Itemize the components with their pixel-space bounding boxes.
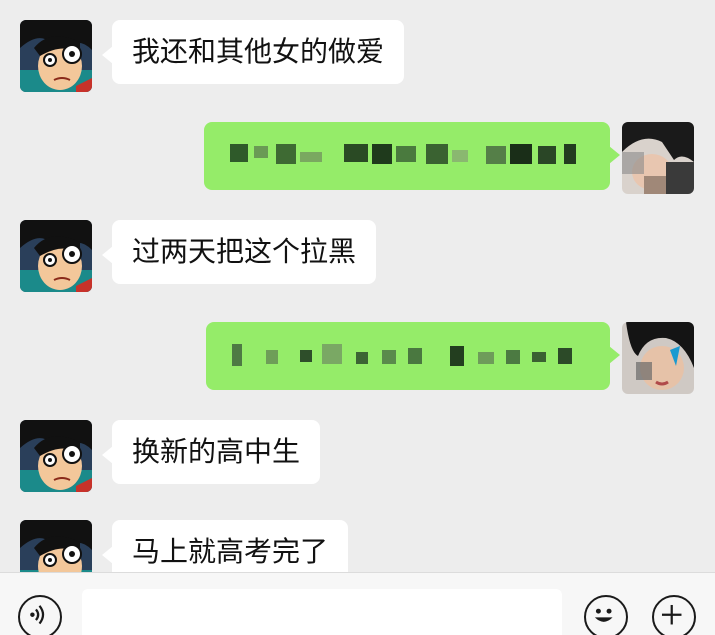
message-bubble-incoming[interactable]: 我还和其他女的做爱 bbox=[101, 20, 405, 84]
message-text: 马上就高考完了 bbox=[132, 535, 329, 568]
message-text: 过两天把这个拉黑 bbox=[132, 235, 357, 268]
contact-avatar[interactable] bbox=[20, 420, 92, 492]
chat-area[interactable]: 我还和其他女的做爱 过两天把这个拉黑 换新的高中生 马上就高考完了 bbox=[0, 0, 715, 572]
voice-icon[interactable] bbox=[18, 595, 62, 635]
message-text: 换新的高中生 bbox=[132, 435, 301, 468]
contact-avatar[interactable] bbox=[20, 520, 92, 572]
message-bubble-incoming[interactable]: 换新的高中生 bbox=[101, 420, 321, 484]
message-text: 我还和其他女的做爱 bbox=[132, 35, 385, 68]
contact-avatar[interactable] bbox=[20, 20, 92, 92]
message-bubble-outgoing[interactable] bbox=[206, 322, 620, 390]
my-avatar[interactable] bbox=[622, 322, 694, 394]
contact-avatar-image bbox=[20, 420, 92, 492]
contact-avatar-image bbox=[20, 220, 92, 292]
message-bubble-incoming[interactable]: 过两天把这个拉黑 bbox=[101, 220, 377, 284]
emoji-icon[interactable] bbox=[584, 595, 628, 635]
pixelated-message-text bbox=[204, 122, 610, 190]
contact-avatar-image bbox=[20, 20, 92, 92]
contact-avatar-image bbox=[20, 520, 92, 572]
message-bubble-incoming[interactable]: 马上就高考完了 bbox=[101, 520, 349, 572]
contact-avatar[interactable] bbox=[20, 220, 92, 292]
my-avatar[interactable] bbox=[622, 122, 694, 194]
my-avatar-image bbox=[622, 322, 694, 394]
input-toolbar bbox=[0, 572, 715, 635]
plus-icon[interactable] bbox=[652, 595, 696, 635]
pixelated-message-text bbox=[206, 322, 610, 390]
message-bubble-outgoing[interactable] bbox=[204, 122, 620, 190]
my-avatar-image bbox=[622, 122, 694, 194]
message-input[interactable] bbox=[82, 589, 562, 635]
